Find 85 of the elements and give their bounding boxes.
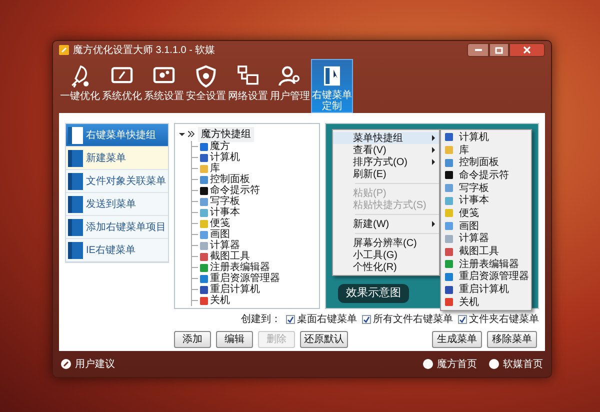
maximize-button[interactable] xyxy=(489,43,509,57)
tree-node[interactable]: 计事本 xyxy=(210,207,240,218)
menu-item[interactable]: 新建(W) xyxy=(333,218,439,230)
tree-node[interactable]: 截图工具 xyxy=(210,251,250,262)
tree-node[interactable]: 注册表编辑器 xyxy=(210,262,270,273)
sidebar-item[interactable]: IE右键菜单 xyxy=(66,239,168,262)
tree-node[interactable]: 计算机 xyxy=(210,152,240,163)
close-icon xyxy=(523,46,531,54)
minimize-icon xyxy=(474,49,482,51)
toolbar-tab[interactable]: 用户管理 xyxy=(269,59,311,113)
tree-button[interactable]: 编辑 xyxy=(216,331,253,348)
toolbar-tab[interactable]: 系统优化 xyxy=(101,59,143,113)
menu-item[interactable]: 计算器 xyxy=(441,232,531,246)
homepage-link[interactable]: 魔方首页 xyxy=(437,356,477,372)
menu-item[interactable]: 重启资源管理器 xyxy=(441,270,531,284)
tree-node[interactable]: 魔方 xyxy=(210,141,230,152)
sidebar-item[interactable]: 文件对象关联菜单 xyxy=(66,170,168,193)
preview-caption: 效果示意图 xyxy=(338,284,409,302)
toolbar-tab[interactable]: 网络设置 xyxy=(227,59,269,113)
tree-node[interactable]: 重启资源管理器 xyxy=(210,273,280,284)
menu-item[interactable]: 排序方式(O) xyxy=(333,156,439,168)
menu-item[interactable]: 屏幕分辨率(C) xyxy=(333,237,439,249)
panel-icon xyxy=(68,242,83,258)
sidebar-item[interactable]: 发送到菜单 xyxy=(66,193,168,216)
tree-node[interactable]: 画图 xyxy=(210,229,230,240)
checkbox-label: 文件夹右键菜单 xyxy=(469,312,539,327)
panel-icon xyxy=(68,218,83,236)
tree-node[interactable]: 控制面板 xyxy=(210,174,250,185)
tree-node[interactable]: 写字板 xyxy=(210,196,240,207)
menu-item[interactable]: 截图工具 xyxy=(441,245,531,258)
sidebar-item[interactable]: 添加右键菜单项目 xyxy=(66,216,168,239)
tree-node[interactable]: 库 xyxy=(210,163,220,174)
maximize-icon xyxy=(495,46,503,54)
expanded-icon[interactable] xyxy=(179,132,185,138)
menu-item[interactable]: 注册表编辑器 xyxy=(441,258,531,271)
window-title: 魔方优化设置大师 3.1.1.0 - 软媒 xyxy=(73,44,216,58)
checkbox[interactable] xyxy=(286,315,295,324)
menu-item[interactable]: 画图 xyxy=(441,220,531,232)
toolbar-tab[interactable]: 一键优化 xyxy=(59,59,101,113)
tree-node[interactable]: 魔方快捷组 xyxy=(198,126,254,142)
menu-item[interactable]: 写字板 xyxy=(441,182,531,194)
menu-item[interactable]: 个性化(R) xyxy=(333,261,439,273)
sidebar-item[interactable]: 新建菜单 xyxy=(66,147,168,170)
panel-icon xyxy=(68,150,83,166)
menu-item[interactable]: 关机 xyxy=(441,296,531,309)
panel-icon xyxy=(68,196,83,212)
tree-button[interactable]: 还原默认 xyxy=(300,331,348,348)
toolbar-tab[interactable]: 右键菜单定制 xyxy=(311,59,353,113)
action-button[interactable]: 生成菜单 xyxy=(432,331,482,348)
checkbox[interactable] xyxy=(458,315,467,324)
menu-item[interactable]: 菜单快捷组 xyxy=(333,132,439,144)
menu-item[interactable]: 计算机 xyxy=(441,131,531,144)
menu-item[interactable]: 刷新(E) xyxy=(333,168,439,180)
tree-node[interactable]: 计算器 xyxy=(210,240,240,251)
submenu-arrow-icon xyxy=(432,221,435,227)
menu-item[interactable]: 计事本 xyxy=(441,194,531,208)
toolbar-tab[interactable]: 安全设置 xyxy=(185,59,227,113)
chevrons-icon xyxy=(188,131,195,137)
action-button[interactable]: 移除菜单 xyxy=(487,331,537,348)
close-button[interactable] xyxy=(509,43,545,57)
feedback-link[interactable]: 用户建议 xyxy=(75,356,115,372)
app-icon xyxy=(59,45,69,55)
panel-icon xyxy=(68,172,83,190)
menu-item[interactable]: 重启计算机 xyxy=(441,283,531,296)
pen-icon xyxy=(61,359,71,369)
checkbox-label: 所有文件右键菜单 xyxy=(373,312,453,327)
checkbox-label: 桌面右键菜单 xyxy=(297,312,357,327)
tree-node[interactable]: 便笺 xyxy=(210,218,230,229)
sidebar-item[interactable]: 右键菜单快捷组 xyxy=(66,124,168,147)
toolbar-tab[interactable]: 系统设置 xyxy=(143,59,185,113)
menu-item[interactable]: 命令提示符 xyxy=(441,169,531,182)
homepage-link[interactable]: 软媒首页 xyxy=(503,356,543,372)
tree-node[interactable]: 重启计算机 xyxy=(210,284,260,295)
minimize-button[interactable] xyxy=(467,43,489,57)
tree-button[interactable]: 添加 xyxy=(174,331,211,348)
menu-item[interactable]: 查看(V) xyxy=(333,144,439,156)
panel-icon xyxy=(68,126,83,144)
checkbox[interactable] xyxy=(362,315,371,324)
tree-node[interactable]: 关机 xyxy=(210,295,230,306)
tree-node[interactable]: 命令提示符 xyxy=(210,185,260,196)
menu-item[interactable]: 库 xyxy=(441,144,531,156)
create-label: 创建到： xyxy=(241,312,281,327)
menu-item[interactable]: 控制面板 xyxy=(441,156,531,170)
menu-item[interactable]: 便笺 xyxy=(441,207,531,220)
menu-item[interactable]: 小工具(G) xyxy=(333,249,439,261)
